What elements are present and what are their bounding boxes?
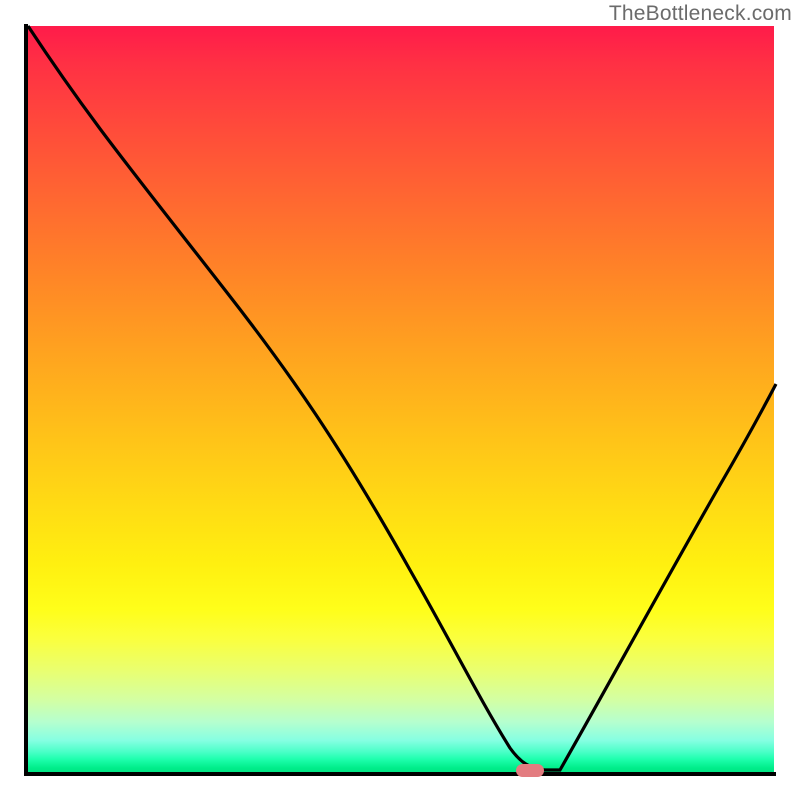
bottleneck-chart: TheBottleneck.com bbox=[0, 0, 800, 800]
optimal-point-marker bbox=[516, 764, 544, 777]
axis-frame bbox=[24, 24, 776, 776]
watermark-text: TheBottleneck.com bbox=[609, 2, 792, 26]
